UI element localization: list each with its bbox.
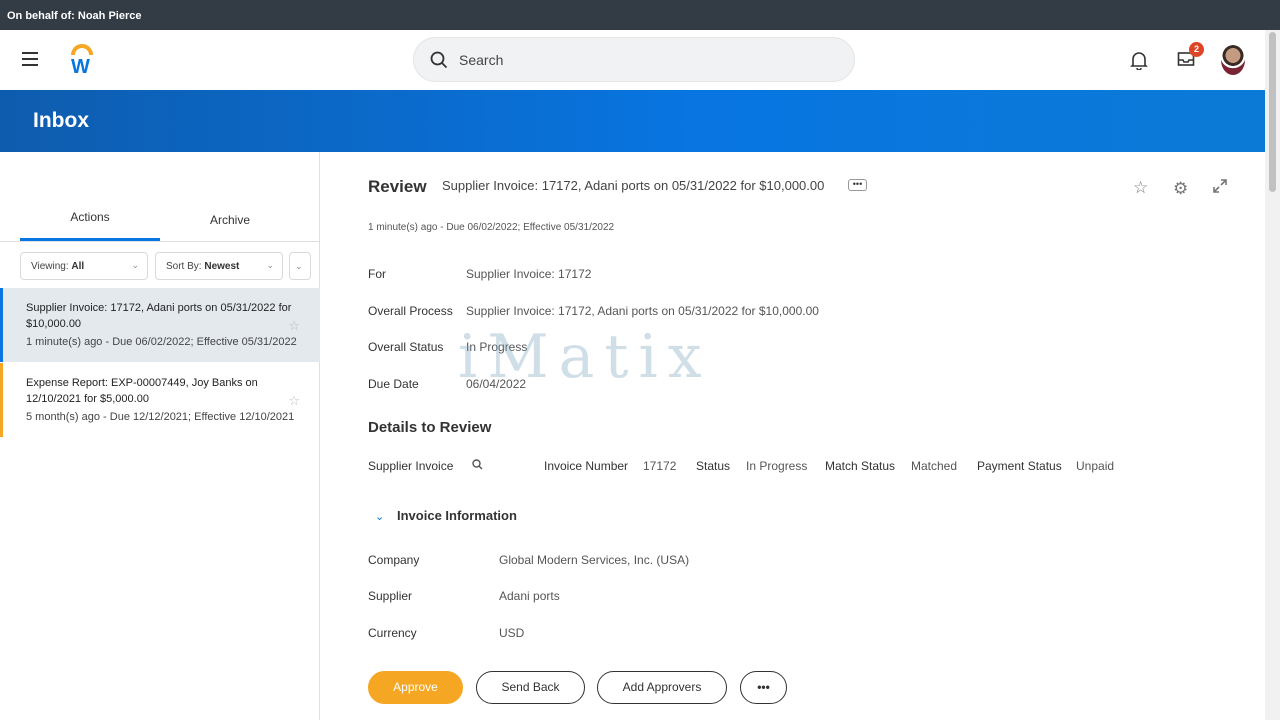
sort-filter[interactable]: Sort By: Newest ⌄: [155, 252, 283, 280]
invoice-information-heading[interactable]: Invoice Information: [397, 508, 517, 523]
tab-archive[interactable]: Archive: [160, 213, 300, 227]
currency-value: USD: [499, 626, 525, 640]
supplier-label: Supplier: [368, 589, 413, 603]
payment-status-label: Payment Status: [977, 459, 1062, 473]
payment-status-value: Unpaid: [1076, 459, 1115, 473]
field-value-for[interactable]: Supplier Invoice: 17172: [466, 267, 591, 281]
inbox-item-expense-report[interactable]: Expense Report: EXP-00007449, Joy Banks …: [0, 363, 320, 437]
vertical-scrollbar[interactable]: [1265, 30, 1280, 720]
expand-icon[interactable]: [1213, 179, 1227, 193]
search-icon[interactable]: [472, 459, 483, 470]
approve-button[interactable]: Approve: [368, 671, 463, 704]
viewing-filter[interactable]: Viewing: All ⌄: [20, 252, 148, 280]
company-value[interactable]: Global Modern Services, Inc. (USA): [499, 553, 689, 567]
currency-label: Currency: [368, 626, 417, 640]
supplier-value[interactable]: Adani ports: [499, 589, 560, 603]
app-header: W Search: [0, 30, 1280, 90]
task-detail-panel: Review Supplier Invoice: 17172, Adani po…: [368, 152, 1258, 720]
watermark: iMatix: [458, 322, 712, 392]
bell-icon[interactable]: [1130, 50, 1148, 70]
inbox-list-panel: Actions Archive Viewing: All ⌄ Sort By: …: [0, 152, 320, 720]
filter-options-button[interactable]: ⌄: [289, 252, 311, 280]
tab-actions[interactable]: Actions: [20, 210, 160, 224]
add-approvers-button[interactable]: Add Approvers: [597, 671, 727, 704]
inbox-item-supplier-invoice[interactable]: Supplier Invoice: 17172, Adani ports on …: [0, 288, 320, 362]
status-label: Status: [696, 459, 731, 473]
user-avatar[interactable]: [1221, 45, 1245, 75]
page-title: Inbox: [33, 109, 89, 132]
workday-logo[interactable]: W: [68, 44, 96, 74]
on-behalf-bar: On behalf of: Noah Pierce: [0, 0, 1280, 30]
task-title: Supplier Invoice: 17172, Adani ports on …: [442, 178, 825, 193]
field-label-overall-process: Overall Process: [368, 304, 453, 318]
inbox-item-meta: 5 month(s) ago - Due 12/12/2021; Effecti…: [26, 411, 295, 423]
svg-text:W: W: [71, 56, 90, 74]
field-label-due-date: Due Date: [368, 377, 419, 391]
search-placeholder: Search: [459, 52, 504, 68]
related-actions-button[interactable]: •••: [848, 179, 867, 191]
chevron-down-icon: ⌄: [266, 260, 274, 270]
match-status-value: Matched: [911, 459, 958, 473]
inbox-item-title: Supplier Invoice: 17172, Adani ports on …: [26, 302, 292, 330]
star-icon[interactable]: ☆: [288, 318, 300, 334]
field-label-for: For: [368, 267, 386, 281]
tab-divider: [0, 241, 320, 242]
page-banner: Inbox: [0, 90, 1265, 152]
search-icon: [430, 51, 448, 69]
task-meta: 1 minute(s) ago - Due 06/02/2022; Effect…: [368, 222, 615, 233]
inbox-item-title: Expense Report: EXP-00007449, Joy Banks …: [26, 377, 258, 405]
field-label-overall-status: Overall Status: [368, 340, 444, 354]
star-icon[interactable]: ☆: [288, 393, 300, 409]
invoice-number-value: 17172: [643, 459, 677, 473]
details-heading: Details to Review: [368, 419, 492, 436]
inbox-item-meta: 1 minute(s) ago - Due 06/02/2022; Effect…: [26, 336, 297, 348]
inbox-count-badge: 2: [1189, 42, 1204, 57]
gear-icon[interactable]: ⚙: [1173, 179, 1188, 199]
menu-icon[interactable]: [22, 52, 38, 66]
match-status-label: Match Status: [825, 459, 896, 473]
chevron-down-icon: ⌄: [295, 261, 303, 271]
chevron-down-icon: ⌄: [131, 260, 139, 270]
more-actions-button[interactable]: •••: [740, 671, 787, 704]
supplier-invoice-label: Supplier Invoice: [368, 459, 454, 473]
review-label: Review: [368, 177, 427, 196]
send-back-button[interactable]: Send Back: [476, 671, 585, 704]
company-label: Company: [368, 553, 420, 567]
status-value: In Progress: [746, 459, 808, 473]
search-input[interactable]: Search: [413, 37, 855, 82]
chevron-down-icon[interactable]: ⌄: [375, 510, 384, 523]
star-icon[interactable]: ☆: [1133, 178, 1148, 198]
invoice-number-label: Invoice Number: [544, 459, 629, 473]
field-value-overall-process[interactable]: Supplier Invoice: 17172, Adani ports on …: [466, 304, 819, 318]
